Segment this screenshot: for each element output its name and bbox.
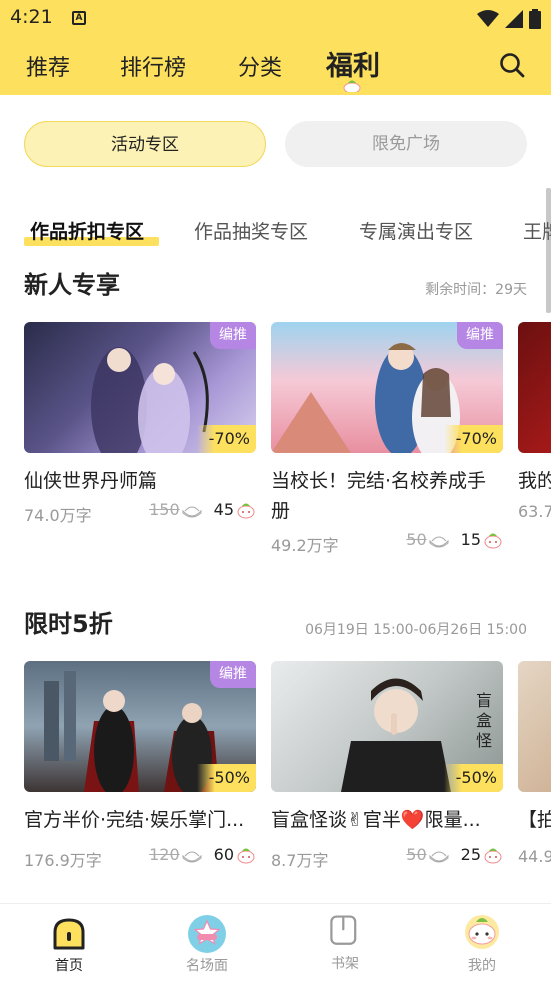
book-card[interactable]: 我的 63.7 [518,322,551,532]
activity-zone-button[interactable]: 活动专区 [24,121,266,167]
price: 50 15 [406,530,503,549]
bottom-tab-mine[interactable]: 我的 [413,904,551,981]
word-count: 176.9万字 [24,851,102,870]
section-date-range: 06月19日 15:00-06月26日 15:00 [305,622,527,638]
book-card[interactable]: 编推 -70% 仙侠世界丹师篇 74.0万字 150 45 [24,322,256,532]
book-cover[interactable]: 编推 -70% [271,322,503,453]
tab-ranking[interactable]: 排行榜 [120,50,186,82]
bottom-tab-scenes[interactable]: 名场面 [138,904,276,981]
discount-price: 60 [213,845,234,864]
editor-pick-badge: 编推 [210,322,256,349]
book-card[interactable]: 编推 -70% 当校长！完结·名校养成手册 49.2万字 50 15 [271,322,503,555]
discount-price: 45 [213,500,234,519]
bottom-tab-bookshelf[interactable]: 书架 [276,904,414,981]
peach-avatar-icon [465,915,499,949]
section-countdown: 剩余时间：29天 [425,282,527,298]
bottom-tab-home[interactable]: 首页 [0,904,138,981]
star-scene-icon [188,915,226,953]
bottom-tab-label: 我的 [468,958,496,974]
status-time: 4:21 [10,6,53,28]
book-cover[interactable] [518,322,551,453]
original-price: 50 [406,845,427,864]
book-title: 仙侠世界丹师篇 [24,470,158,492]
scrollbar[interactable] [546,188,551,313]
word-count: 44.9 [518,847,551,866]
coin-gray-icon [429,851,449,862]
editor-pick-badge: 编推 [457,322,503,349]
book-cover[interactable]: 盲 盒 怪 -50% [271,661,503,792]
book-card[interactable]: 盲 盒 怪 -50% 盲盒怪谈✌官半❤️限量... 8.7万字 50 25 [271,661,503,871]
book-card[interactable]: 编推 -50% 官方半价·完结·娱乐掌门... 176.9万字 120 60 [24,661,256,871]
notification-icon: A [72,11,86,25]
coin-gray-icon [429,536,449,547]
wifi-icon [477,10,499,27]
book-card[interactable]: 【拍 44.9 [518,661,551,871]
bottom-nav: 首页 名场面 书架 我的 [0,903,551,981]
discount-badge: -50% [443,764,503,792]
discount-badge: -50% [196,764,256,792]
svg-text:盲: 盲 [476,691,492,710]
coin-gray-icon [182,506,202,517]
signal-icon [505,10,523,28]
svg-text:盒: 盒 [476,711,492,730]
price: 50 25 [406,845,503,864]
peach-coin-icon [484,533,502,548]
price: 150 45 [149,500,256,519]
peach-coin-icon [237,503,255,518]
word-count: 74.0万字 [24,506,92,525]
tab-recommend[interactable]: 推荐 [26,50,70,82]
book-cover[interactable] [518,661,551,792]
status-icons [477,9,541,29]
bottom-tab-label: 书架 [331,956,359,972]
sub-tabs: 作品折扣专区 作品抽奖专区 专属演出专区 王牌 [0,213,551,249]
price: 120 60 [149,845,256,864]
subtab-lottery[interactable]: 作品抽奖专区 [194,217,308,244]
book-cover[interactable]: 编推 -50% [24,661,256,792]
home-icon [53,918,85,950]
peach-coin-icon [484,848,502,863]
book-title: 盲盒怪谈✌官半❤️限量... [271,809,481,831]
battery-icon [529,9,541,29]
original-price: 50 [406,530,427,549]
subtab-discount[interactable]: 作品折扣专区 [30,217,144,244]
free-plaza-button[interactable]: 限免广场 [285,121,527,167]
section-title-half-price: 限时5折 [24,610,113,638]
top-nav: 推荐 排行榜 分类 福利 [0,42,551,92]
book-title: 当校长！完结·名校养成手册 [271,470,487,522]
book-title: 官方半价·完结·娱乐掌门... [24,809,245,831]
discount-price: 25 [460,845,481,864]
original-price: 150 [149,500,180,519]
word-count: 63.7 [518,502,551,521]
book-title: 【拍 [518,809,551,831]
tab-welfare[interactable]: 福利 [326,44,380,83]
bottom-tab-label: 名场面 [186,958,228,974]
editor-pick-badge: 编推 [210,661,256,688]
discount-badge: -70% [196,425,256,453]
tab-category[interactable]: 分类 [238,50,282,82]
book-cover[interactable]: 编推 -70% [24,322,256,453]
discount-badge: -70% [443,425,503,453]
coin-gray-icon [182,851,202,862]
section-title-newcomer: 新人专享 [24,271,120,299]
word-count: 49.2万字 [271,536,339,555]
svg-text:怪: 怪 [476,731,492,750]
original-price: 120 [149,845,180,864]
bottom-tab-label: 首页 [55,958,83,974]
search-icon[interactable] [499,52,525,78]
bookshelf-icon [330,915,357,945]
word-count: 8.7万字 [271,851,329,870]
discount-price: 15 [460,530,481,549]
active-tab-indicator-icon [343,80,361,92]
book-title: 我的 [518,470,551,492]
status-bar: 4:21 A [0,0,551,36]
subtab-ace[interactable]: 王牌 [523,217,551,244]
peach-coin-icon [237,848,255,863]
subtab-performance[interactable]: 专属演出专区 [359,217,473,244]
top-header: 4:21 A 推荐 排行榜 分类 福利 [0,0,551,95]
